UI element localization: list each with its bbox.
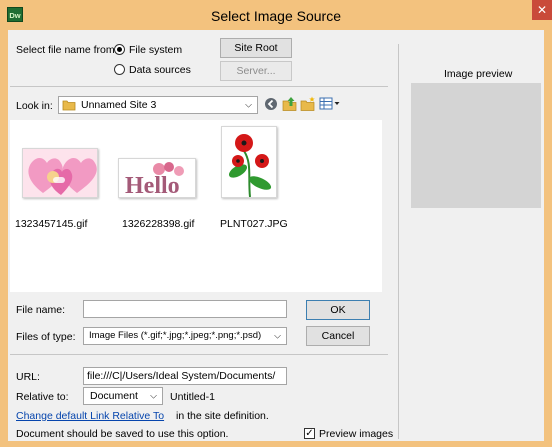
radio-data-sources[interactable] xyxy=(114,64,125,75)
link-suffix-text: in the site definition. xyxy=(176,410,269,422)
ok-button[interactable]: OK xyxy=(306,300,370,320)
hearts-image-thumbnail xyxy=(22,148,98,198)
image-preview-label: Image preview xyxy=(444,68,513,80)
svg-text:Hello: Hello xyxy=(125,173,180,198)
file-name: PLNT027.JPG xyxy=(220,218,288,230)
close-button[interactable]: ✕ xyxy=(532,0,552,20)
new-folder-icon[interactable] xyxy=(300,96,316,112)
cancel-button[interactable]: Cancel xyxy=(306,326,370,346)
chevron-down-icon: ⌵ xyxy=(274,330,281,341)
chevron-down-icon: ⌵ xyxy=(150,390,157,401)
select-from-label: Select file name from: xyxy=(16,44,118,56)
relative-to-dropdown[interactable]: Document ⌵ xyxy=(83,387,163,405)
look-in-label: Look in: xyxy=(16,100,53,112)
dialog-title: Select Image Source xyxy=(211,8,341,24)
chevron-down-icon: ⌵ xyxy=(245,99,252,110)
folder-icon xyxy=(62,100,76,111)
go-back-icon[interactable] xyxy=(264,97,278,111)
relative-to-label: Relative to: xyxy=(16,391,69,403)
file-name: 1323457145.gif xyxy=(15,218,88,230)
image-preview-area xyxy=(411,83,541,208)
radio-data-sources-label[interactable]: Data sources xyxy=(129,64,191,76)
hello-image-thumbnail: Hello xyxy=(118,158,196,198)
look-in-dropdown[interactable]: Unnamed Site 3 ⌵ xyxy=(58,96,258,114)
separator-top xyxy=(10,86,388,87)
relative-doc-name: Untitled-1 xyxy=(170,391,215,403)
file-name-input[interactable] xyxy=(83,300,287,318)
save-note-text: Document should be saved to use this opt… xyxy=(16,428,229,440)
url-input[interactable] xyxy=(83,367,287,385)
site-root-button[interactable]: Site Root xyxy=(220,38,292,58)
flower-image-thumbnail xyxy=(221,126,277,198)
view-menu-icon[interactable] xyxy=(319,97,341,111)
files-of-type-value: Image Files (*.gif;*.jpg;*.jpeg;*.png;*.… xyxy=(89,330,262,341)
file-name-label: File name: xyxy=(16,304,66,316)
preview-images-checkbox[interactable]: ✓ xyxy=(304,428,315,439)
vertical-separator xyxy=(398,44,399,439)
separator-bottom xyxy=(10,354,388,355)
title-bar: Dw Select Image Source ✕ xyxy=(0,0,552,30)
relative-to-value: Document xyxy=(90,390,138,402)
radio-file-system-label[interactable]: File system xyxy=(129,44,182,56)
dialog-body: Select file name from: File system Data … xyxy=(8,30,544,441)
file-name: 1326228398.gif xyxy=(122,218,195,230)
server-button[interactable]: Server... xyxy=(220,61,292,81)
up-folder-icon[interactable] xyxy=(282,96,298,112)
radio-file-system[interactable] xyxy=(114,44,125,55)
files-of-type-label: Files of type: xyxy=(16,331,76,343)
file-list[interactable]: 1323457145.gif Hello 1326228398.gif PLNT… xyxy=(10,120,382,292)
preview-images-label[interactable]: Preview images xyxy=(319,428,393,440)
look-in-value: Unnamed Site 3 xyxy=(81,99,157,111)
window-frame-right xyxy=(544,30,552,447)
url-label: URL: xyxy=(16,371,40,383)
files-of-type-dropdown[interactable]: Image Files (*.gif;*.jpg;*.jpeg;*.png;*.… xyxy=(83,327,287,345)
change-link-relative-link[interactable]: Change default Link Relative To xyxy=(16,410,164,422)
window-frame-bottom xyxy=(0,441,552,447)
window-frame-left xyxy=(0,30,8,447)
